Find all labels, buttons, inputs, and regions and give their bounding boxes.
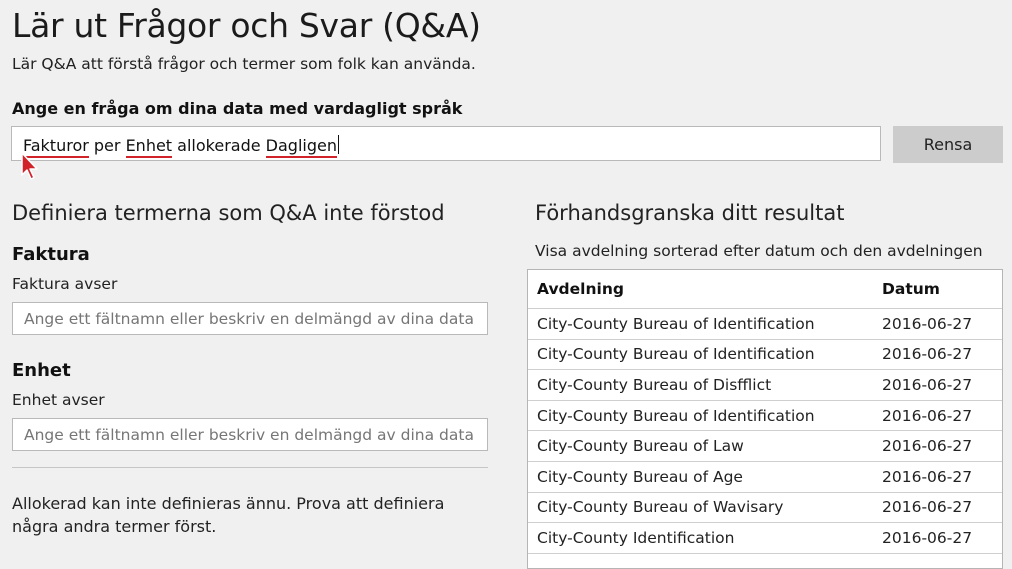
cell-datum: 2016-06-27 [882, 375, 973, 394]
cell-datum: 2016-06-27 [882, 467, 973, 486]
table-row: City-County Bureau of Identification 2016… [528, 309, 1002, 340]
cell-avdelning: City-County Bureau of Disfflict [537, 375, 772, 394]
question-input[interactable]: Fakturor per Enhet allokerade Dagligen [11, 126, 881, 161]
preview-heading: Förhandsgranska ditt resultat [535, 201, 845, 225]
cell-datum: 2016-06-27 [882, 314, 973, 333]
clear-button[interactable]: Rensa [893, 126, 1003, 163]
cell-datum: 2016-06-27 [882, 498, 973, 517]
cell-avdelning: City-County Bureau of Wavisary [537, 498, 784, 517]
cell-avdelning: City-County Bureau of Identification [537, 345, 815, 364]
table-row: City-County Bureau of Age 2016-06-27 [528, 462, 1002, 493]
table-row: City-County Bureau of Identification 2016… [528, 340, 1002, 371]
question-text: Fakturor per Enhet allokerade Dagligen [23, 135, 339, 158]
question-word: allokerade [172, 136, 266, 155]
table-row: City-County Bureau of Disfflict 2016-06-2… [528, 370, 1002, 401]
preview-description: Visa avdelning sorterad efter datum och … [535, 242, 983, 260]
cell-avdelning: City-County Bureau of Identification [537, 406, 815, 425]
question-word: per [88, 136, 126, 155]
cell-datum: 2016-06-27 [882, 406, 973, 425]
enhet-placeholder: Ange ett fältnamn eller beskriv en delmä… [24, 425, 474, 444]
mouse-pointer-icon [21, 152, 38, 180]
cell-datum: 2016-06-27 [882, 437, 973, 456]
text-caret [337, 135, 339, 154]
term-name-faktura: Faktura [12, 244, 90, 265]
page-title: Lär ut Frågor och Svar (Q&A) [12, 6, 481, 45]
enhet-field[interactable]: Ange ett fältnamn eller beskriv en delmä… [12, 418, 488, 451]
cell-datum: 2016-06-27 [882, 528, 973, 547]
faktura-placeholder: Ange ett fältnamn eller beskriv en delmä… [24, 309, 474, 328]
column-header-avdelning[interactable]: Avdelning [537, 280, 624, 298]
page-subtitle: Lär Q&A att förstå frågor och termer som… [12, 55, 476, 73]
table-row: City-County Bureau of Law 2016-06-27 [528, 431, 1002, 462]
results-table: Avdelning Datum City-County Bureau of Id… [527, 269, 1003, 569]
term-name-enhet: Enhet [12, 360, 71, 381]
cell-avdelning: City-County Identification [537, 528, 735, 547]
define-heading: Definiera termerna som Q&A inte förstod [12, 201, 445, 225]
term-dagligen[interactable]: Dagligen [265, 136, 337, 158]
term-sub-enhet: Enhet avser [12, 391, 105, 409]
allocation-note: Allokerad kan inte definieras ännu. Prov… [12, 494, 445, 536]
column-header-datum[interactable]: Datum [882, 280, 940, 298]
divider [12, 467, 488, 468]
cell-avdelning: City-County Bureau of Identification [537, 314, 815, 333]
table-row: City-County Bureau of Wavisary 2016-06-27 [528, 493, 1002, 524]
faktura-field[interactable]: Ange ett fältnamn eller beskriv en delmä… [12, 302, 488, 335]
cell-datum: 2016-06-27 [882, 345, 973, 364]
term-sub-faktura: Faktura avser [12, 275, 118, 293]
cell-avdelning: City-County Bureau of Age [537, 467, 743, 486]
term-enhet[interactable]: Enhet [125, 136, 173, 158]
table-row: City-County Bureau of Identification 2016… [528, 401, 1002, 432]
question-label: Ange en fråga om dina data med vardaglig… [12, 99, 463, 118]
table-header: Avdelning Datum [528, 270, 1002, 309]
cell-avdelning: City-County Bureau of Law [537, 437, 744, 456]
table-row: City-County Identification 2016-06-27 [528, 523, 1002, 554]
